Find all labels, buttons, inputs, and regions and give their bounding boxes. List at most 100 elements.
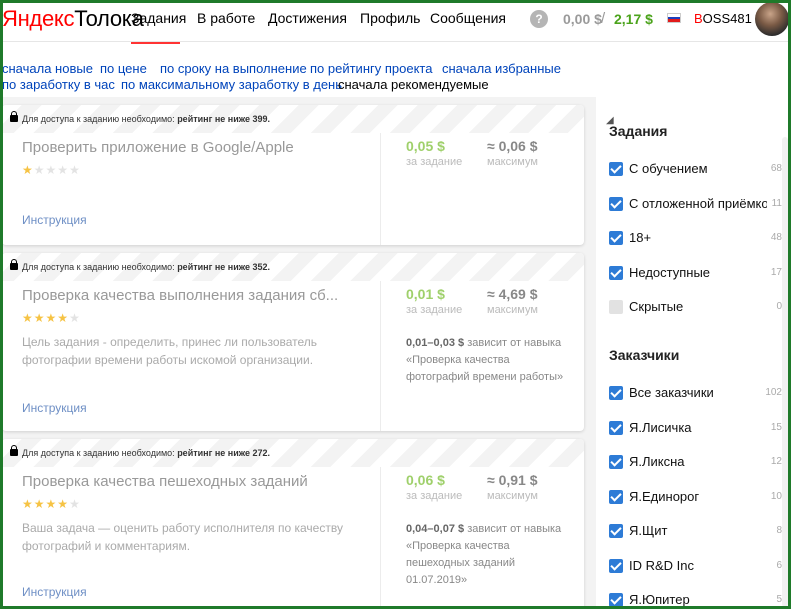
access-rating: рейтинг не ниже 399. xyxy=(177,114,271,124)
filter-option[interactable]: С обучением 68 xyxy=(609,160,782,180)
nav-tab-tasks[interactable]: Задания xyxy=(131,10,186,26)
filter-label: Я.Лисичка xyxy=(629,419,692,435)
task-title[interactable]: Проверка качества пешеходных заданий xyxy=(22,473,308,490)
top-header: ЯндексТолока Задания В работе Достижения… xyxy=(0,0,791,44)
card-divider xyxy=(380,133,381,245)
russian-flag-icon[interactable] xyxy=(667,13,681,23)
access-requirement: Для доступа к заданию необходимо: рейтин… xyxy=(10,111,271,124)
star-filled-icon: ★ xyxy=(33,311,46,325)
instruction-link[interactable]: Инструкция xyxy=(22,401,87,415)
balance-separator: / xyxy=(601,10,606,27)
lock-icon xyxy=(10,111,18,122)
filter-option[interactable]: Я.Единорог 10 xyxy=(609,488,782,508)
filter-checkbox[interactable] xyxy=(609,593,623,607)
filter-count: 6 xyxy=(776,559,782,571)
sort-hourly-earnings[interactable]: по заработку в час xyxy=(2,77,115,92)
filter-sidebar: ◢ Задания С обучением 68 С отложенной приё… xyxy=(596,97,791,609)
lock-icon xyxy=(10,259,18,270)
task-price-range: 0,01–0,03 $ зависит от навыка «Проверка … xyxy=(406,335,572,386)
filter-count: 11 xyxy=(771,197,782,209)
task-max-caption: максимум xyxy=(487,156,538,168)
task-description: Ваша задача — оценить работу исполнителя… xyxy=(22,521,343,553)
task-max-caption: максимум xyxy=(487,490,538,502)
sort-favorites[interactable]: сначала избранные xyxy=(442,61,561,76)
star-filled-icon: ★ xyxy=(57,311,70,325)
star-filled-icon: ★ xyxy=(22,497,34,511)
star-filled-icon: ★ xyxy=(45,311,58,325)
avatar[interactable] xyxy=(755,2,789,36)
filter-option[interactable]: Я.Юпитер 5 xyxy=(609,591,782,609)
filter-checkbox[interactable] xyxy=(609,558,623,573)
filter-label: 18+ xyxy=(629,230,652,245)
task-max-caption: максимум xyxy=(487,304,538,316)
instruction-link[interactable]: Инструкция xyxy=(22,585,87,599)
toloka-logo[interactable]: ЯндексТолока xyxy=(2,6,144,32)
task-description: Цель задания - определить, принес ли пол… xyxy=(22,335,318,367)
task-max-earnings: ≈ 4,69 $ xyxy=(487,286,538,302)
filter-option[interactable]: 18+ 48 xyxy=(609,229,782,249)
instruction-link[interactable]: Инструкция xyxy=(22,213,87,227)
task-rating-stars: ★★★★★ xyxy=(22,163,81,177)
filter-checkbox[interactable] xyxy=(609,489,623,504)
filter-count: 10 xyxy=(770,490,782,502)
filter-option[interactable]: Я.Щит 8 xyxy=(609,522,782,542)
filter-label: Я.Юпитер xyxy=(629,592,690,607)
sort-recommended[interactable]: сначала рекомендуемые xyxy=(338,77,489,92)
filter-label: Я.Единорог xyxy=(629,488,700,504)
task-title[interactable]: Проверить приложение в Google/Apple xyxy=(22,139,294,156)
filter-option[interactable]: Недоступные 17 xyxy=(609,264,782,284)
sort-duration[interactable]: по сроку на выполнение xyxy=(160,61,307,76)
card-divider xyxy=(380,281,381,431)
access-prefix: Для доступа к заданию необходимо: xyxy=(22,262,175,272)
task-max-earnings: ≈ 0,06 $ xyxy=(487,138,538,154)
filter-option[interactable]: Я.Ликсна 12 xyxy=(609,453,782,473)
task-card[interactable]: Для доступа к заданию необходимо: рейтин… xyxy=(2,105,584,245)
sort-max-daily-earnings[interactable]: по максимальному заработку в день xyxy=(121,77,342,92)
filter-option[interactable]: Скрытые 0 xyxy=(609,298,782,318)
sort-price[interactable]: по цене xyxy=(100,61,147,76)
star-filled-icon: ★ xyxy=(22,311,34,325)
filter-checkbox[interactable] xyxy=(609,162,623,176)
task-rating-stars: ★★★★★ xyxy=(22,311,81,325)
filter-option[interactable]: С отложенной приёмкой 11 xyxy=(609,195,782,215)
filter-label: Я.Щит xyxy=(629,523,668,538)
filter-label: Недоступные xyxy=(629,264,711,280)
filter-count: 8 xyxy=(776,525,782,536)
price-range-value: 0,01–0,03 $ xyxy=(406,337,465,349)
sort-newest[interactable]: сначала новые xyxy=(2,61,93,76)
nav-tab-profile[interactable]: Профиль xyxy=(360,10,420,26)
star-filled-icon: ★ xyxy=(57,497,70,511)
nav-tab-achievements[interactable]: Достижения xyxy=(268,10,347,26)
filter-option[interactable]: Я.Лисичка 15 xyxy=(609,419,782,439)
sort-project-rating[interactable]: по рейтингу проекта xyxy=(310,61,432,76)
star-filled-icon: ★ xyxy=(22,163,34,177)
filter-option[interactable]: ID R&D Inc 6 xyxy=(609,557,782,577)
filter-option[interactable]: Все заказчики 102 xyxy=(609,384,782,404)
task-card[interactable]: Для доступа к заданию необходимо: рейтин… xyxy=(2,253,584,431)
filter-checkbox[interactable] xyxy=(609,300,623,314)
filter-label: Я.Ликсна xyxy=(629,454,685,469)
username[interactable]: BOSS481 xyxy=(694,11,752,26)
access-requirement: Для доступа к заданию необходимо: рейтин… xyxy=(10,445,270,458)
nav-tab-messages[interactable]: Сообщения xyxy=(430,10,506,26)
filter-count: 15 xyxy=(770,421,782,433)
filter-checkbox[interactable] xyxy=(609,265,623,280)
help-icon[interactable]: ? xyxy=(530,10,548,28)
balance-available[interactable]: 2,17 $ xyxy=(614,11,653,27)
filter-checkbox[interactable] xyxy=(609,455,623,469)
star-filled-icon: ★ xyxy=(33,497,46,511)
task-price-caption: за задание xyxy=(406,304,463,316)
sidebar-scrollbar[interactable] xyxy=(782,137,788,607)
task-title[interactable]: Проверка качества выполнения задания сб.… xyxy=(22,287,338,304)
filter-checkbox[interactable] xyxy=(609,524,623,538)
filter-label: Все заказчики xyxy=(629,385,714,400)
filter-checkbox[interactable] xyxy=(609,386,623,400)
nav-tab-in-progress[interactable]: В работе xyxy=(197,10,255,26)
task-card[interactable]: Для доступа к заданию необходимо: рейтин… xyxy=(2,439,584,609)
filter-checkbox[interactable] xyxy=(609,196,623,211)
filter-checkbox[interactable] xyxy=(609,420,623,435)
filter-checkbox[interactable] xyxy=(609,231,623,245)
star-empty-icon: ★ xyxy=(45,163,58,177)
filter-label: С обучением xyxy=(629,161,708,176)
tasks-filter-heading: Задания xyxy=(609,123,668,139)
